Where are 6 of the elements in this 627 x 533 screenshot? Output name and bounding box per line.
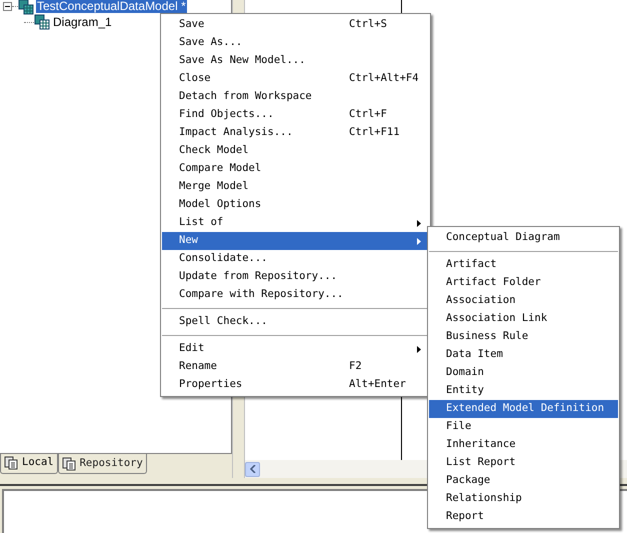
- shortcut-label: Ctrl+S: [349, 17, 388, 32]
- shortcut-label: Ctrl+F: [349, 107, 388, 122]
- shortcut-label: Ctrl+Alt+F4: [349, 71, 420, 86]
- shortcut-label: Ctrl+F11: [349, 125, 401, 140]
- shortcut-label: Alt+Enter: [349, 377, 407, 392]
- shortcut-label: F2: [349, 359, 363, 374]
